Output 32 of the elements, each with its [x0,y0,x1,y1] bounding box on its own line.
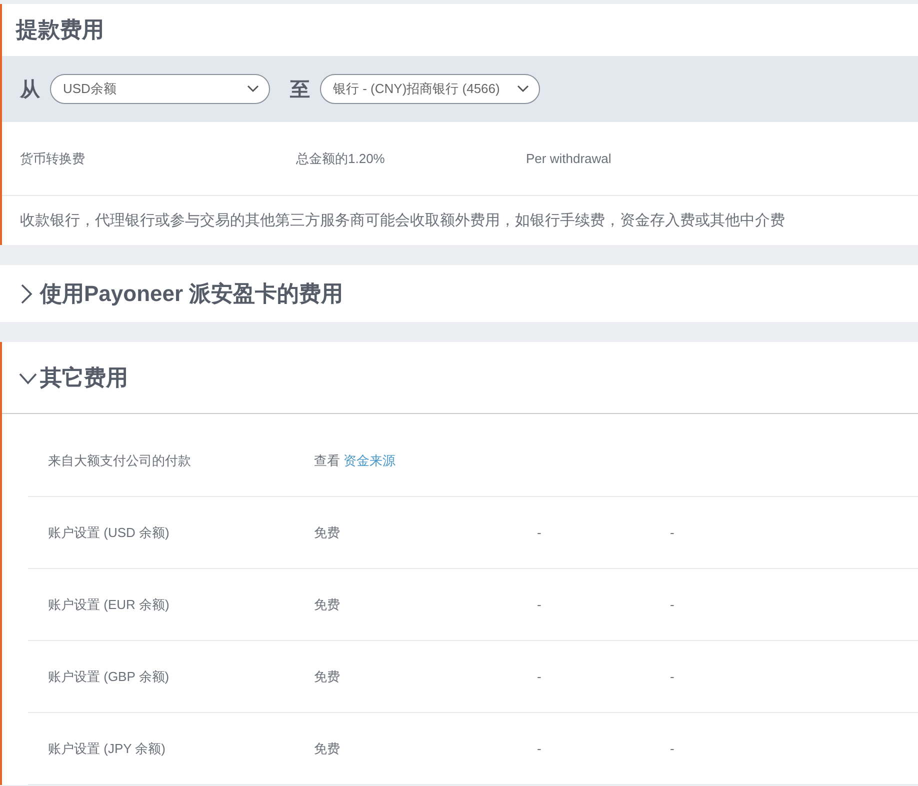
table-cell-text: - [670,669,676,684]
fee-value: 免费 [314,668,341,686]
table-cell-text: - [537,597,542,612]
fee-value: 免费 [314,524,341,542]
fee-note: 收款银行，代理银行或参与交易的其他第三方服务商可能会收取额外费用，如银行手续费，资金存入费或其他中介费 [20,211,785,230]
table-cell-text: - [670,741,676,756]
funding-sources-link[interactable]: 资金来源 [344,452,396,468]
table-cell-text: - [537,741,542,756]
table-cell-text: - [537,525,542,540]
to-label: 至 [290,78,310,102]
fee-value: 免费 [314,596,341,614]
from-label: 从 [20,78,40,102]
fee-amount: 总金额的1.20% [296,150,386,168]
section-title[interactable]: 其它费用 [40,362,128,392]
source-select[interactable]: USD余额 [50,74,270,104]
fee-name: 账户设置 (USD 余额) [48,524,170,542]
table-cell-text: - [670,525,676,540]
fee-name: 账户设置 (EUR 余额) [48,596,170,614]
fee-name: 货币转换费 [20,150,86,168]
fee-name: 账户设置 (JPY 余额) [48,740,166,758]
table-cell-text: - [537,669,542,684]
fee-name: 账户设置 (GBP 余额) [48,668,170,686]
section-title[interactable]: 使用Payoneer 派安盈卡的费用 [40,278,344,308]
table-cell-text: - [670,597,676,612]
fee-name: 来自大额支付公司的付款 [48,452,192,470]
fee-basis: Per withdrawal [526,151,612,166]
destination-select[interactable]: 银行 - (CNY)招商银行 (4566) [320,74,540,104]
chevron-down-icon [517,85,529,93]
fee-value: 免费 [314,740,341,758]
chevron-down-icon [247,85,259,93]
fee-value: 查看 资金来源 [314,452,397,470]
section-title: 提款费用 [16,16,104,44]
